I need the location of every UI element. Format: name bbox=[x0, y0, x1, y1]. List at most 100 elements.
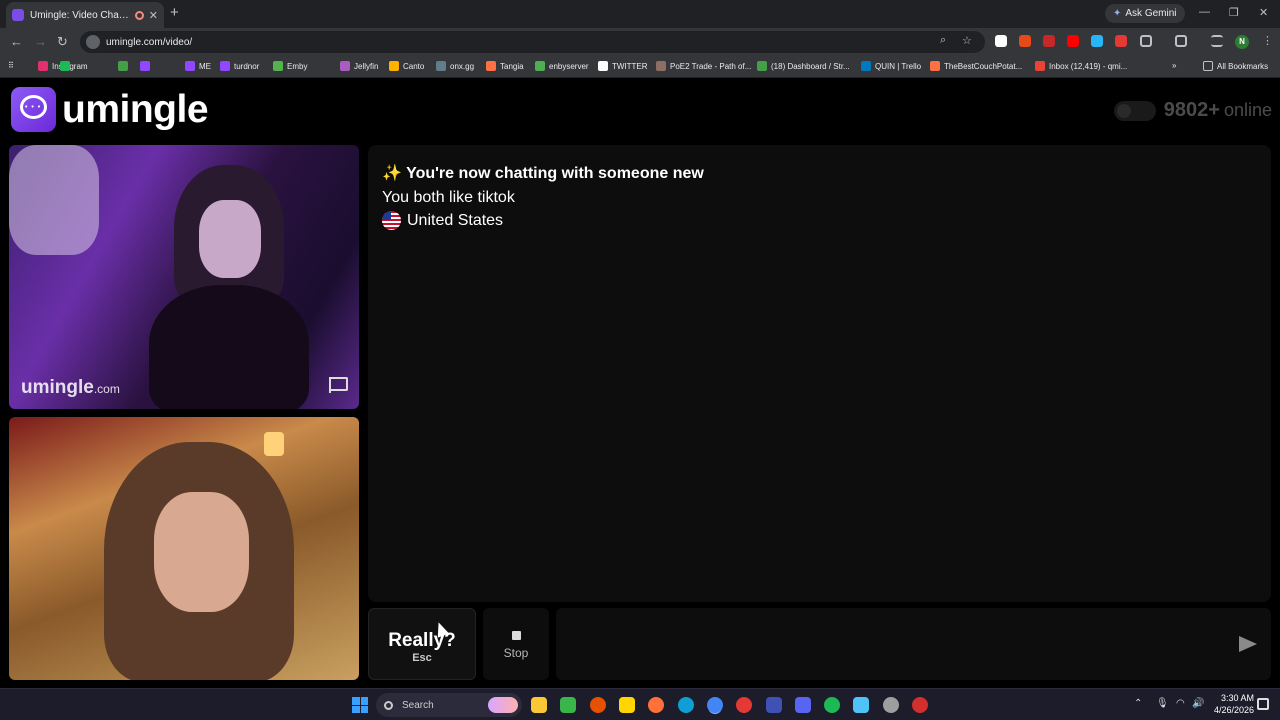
bookmark-star-icon[interactable]: ☆ bbox=[962, 34, 972, 47]
bookmark-item[interactable]: Inbox (12,419) - qmi... bbox=[1035, 61, 1127, 71]
extensions-puzzle-icon[interactable] bbox=[1140, 35, 1152, 47]
skip-confirm-button[interactable]: Really? Esc bbox=[368, 608, 476, 680]
ask-gemini-button[interactable]: ✦ Ask Gemini bbox=[1105, 4, 1185, 23]
bookmark-item[interactable]: Jellyfin bbox=[340, 61, 378, 71]
browser-toolbar: ← → ↻ umingle.com/video/ ⌕ ☆ N ⋮ bbox=[0, 28, 1280, 56]
extension-youtube-icon[interactable] bbox=[1067, 35, 1079, 47]
bookmark-item[interactable]: Emby bbox=[273, 61, 307, 71]
extension-red-icon[interactable] bbox=[1043, 35, 1055, 47]
apps-grid-icon[interactable]: ⠿ bbox=[8, 61, 14, 70]
bookmark-item[interactable]: ME bbox=[185, 61, 211, 71]
windows-taskbar: Search ⌃ 🎙 ◠ 🔊 3:30 AM 4/26/2026 bbox=[0, 688, 1280, 720]
address-bar[interactable]: umingle.com/video/ bbox=[80, 31, 985, 53]
country-name: United States bbox=[407, 211, 504, 229]
bookmarks-overflow-icon[interactable]: » bbox=[1172, 61, 1176, 70]
bookmark-item[interactable] bbox=[60, 61, 74, 71]
bookmark-favicon-icon bbox=[389, 61, 399, 71]
bookmark-label: turdnor bbox=[234, 61, 260, 71]
bookmark-favicon-icon bbox=[486, 61, 496, 71]
system-clock[interactable]: 3:30 AM 4/26/2026 bbox=[1210, 692, 1254, 716]
back-arrow-icon[interactable]: ← bbox=[10, 34, 23, 49]
umingle-page: • • • umingle 9802+ online umingle.com ✨… bbox=[0, 79, 1280, 688]
window-close-button[interactable]: ✕ bbox=[1259, 6, 1268, 19]
extension-adblock-icon[interactable] bbox=[1115, 35, 1127, 47]
bookmark-label: QUIN | Trello bbox=[875, 61, 922, 71]
recording-indicator-icon bbox=[134, 10, 144, 20]
report-flag-icon[interactable] bbox=[329, 377, 348, 393]
notification-icon[interactable] bbox=[1257, 698, 1269, 710]
tab-search-icon[interactable] bbox=[1175, 35, 1187, 47]
new-tab-button[interactable]: + bbox=[170, 4, 179, 21]
wifi-icon[interactable]: ◠ bbox=[1176, 698, 1185, 709]
bookmark-item[interactable]: onx.gg bbox=[436, 61, 474, 71]
shared-interests: You both like tiktok bbox=[382, 189, 515, 206]
extension-k-icon[interactable] bbox=[995, 35, 1007, 47]
self-video bbox=[9, 417, 359, 680]
bookmark-label: Canto bbox=[403, 61, 425, 71]
online-toggle[interactable] bbox=[1113, 100, 1156, 121]
discord-icon[interactable] bbox=[795, 697, 811, 713]
bookmark-favicon-icon bbox=[273, 61, 283, 71]
tab-close-button[interactable]: ✕ bbox=[149, 9, 158, 22]
send-icon[interactable] bbox=[1239, 636, 1257, 652]
sticky-notes-icon[interactable] bbox=[619, 697, 635, 713]
bookmark-item[interactable] bbox=[140, 61, 154, 71]
edge-icon[interactable] bbox=[678, 697, 694, 713]
bookmark-item[interactable]: Tangia bbox=[486, 61, 524, 71]
basketball-app-icon[interactable] bbox=[590, 697, 606, 713]
bookmark-item[interactable]: Canto bbox=[389, 61, 424, 71]
obs-icon[interactable] bbox=[883, 697, 899, 713]
chat-status-text: You're now chatting with someone new bbox=[406, 165, 704, 182]
bookmark-favicon-icon bbox=[436, 61, 446, 71]
bookmark-label: Tangia bbox=[500, 61, 524, 71]
profile-avatar[interactable]: N bbox=[1235, 35, 1249, 49]
microphone-icon[interactable]: 🎙 bbox=[1156, 698, 1169, 709]
search-highlight-icon bbox=[488, 697, 518, 713]
spotify-icon[interactable] bbox=[824, 697, 840, 713]
bookmark-item[interactable]: TheBestCouchPotat... bbox=[930, 61, 1022, 71]
extension-7tv-icon[interactable] bbox=[1091, 35, 1103, 47]
chrome-icon[interactable] bbox=[707, 697, 723, 713]
windows-start-icon[interactable] bbox=[352, 697, 368, 713]
bookmark-item[interactable]: enbyserver bbox=[535, 61, 589, 71]
bookmark-item[interactable]: (18) Dashboard / Str... bbox=[757, 61, 850, 71]
reload-icon[interactable]: ↻ bbox=[57, 34, 68, 50]
tray-overflow-icon[interactable]: ⌃ bbox=[1134, 698, 1142, 709]
message-input[interactable] bbox=[556, 608, 1271, 680]
firefox-icon[interactable] bbox=[648, 697, 664, 713]
all-bookmarks-label: All Bookmarks bbox=[1217, 61, 1269, 71]
media-controls-icon[interactable] bbox=[1211, 35, 1223, 47]
bookmark-item[interactable]: TWITTER bbox=[598, 61, 648, 71]
bookmark-favicon-icon bbox=[656, 61, 666, 71]
browser-tab[interactable]: Umingle: Video Chat with S ✕ bbox=[6, 2, 164, 28]
opera-icon[interactable] bbox=[736, 697, 752, 713]
folder-icon bbox=[1203, 61, 1213, 71]
maximize-button[interactable]: ❐ bbox=[1229, 6, 1239, 19]
minimize-button[interactable]: — bbox=[1199, 6, 1210, 18]
volume-icon[interactable]: 🔊 bbox=[1192, 698, 1204, 709]
play-app-icon[interactable] bbox=[560, 697, 576, 713]
all-bookmarks-folder[interactable]: All Bookmarks bbox=[1203, 61, 1268, 71]
zoom-icon[interactable]: ⌕ bbox=[940, 34, 946, 47]
taskbar-search[interactable]: Search bbox=[376, 693, 522, 717]
bookmark-item[interactable]: QUIN | Trello bbox=[861, 61, 921, 71]
notepad-icon[interactable] bbox=[853, 697, 869, 713]
bookmark-label: TheBestCouchPotat... bbox=[944, 61, 1023, 71]
esc-key-hint: Esc bbox=[412, 652, 432, 664]
umingle-logo[interactable]: • • • umingle bbox=[11, 87, 209, 132]
bookmark-label: Jellyfin bbox=[354, 61, 379, 71]
bookmark-item[interactable]: PoE2 Trade - Path of... bbox=[656, 61, 751, 71]
browser-menu-icon[interactable]: ⋮ bbox=[1262, 34, 1273, 47]
bookmark-favicon-icon bbox=[1035, 61, 1045, 71]
bookmark-favicon-icon bbox=[930, 61, 940, 71]
logo-text: umingle bbox=[62, 87, 209, 131]
site-info-icon[interactable] bbox=[86, 35, 100, 49]
bookmark-item[interactable]: turdnor bbox=[220, 61, 259, 71]
stop-button[interactable]: Stop bbox=[483, 608, 549, 680]
bookmark-item[interactable] bbox=[118, 61, 132, 71]
recorder-icon[interactable] bbox=[912, 697, 928, 713]
file-explorer-icon[interactable] bbox=[531, 697, 547, 713]
teams-icon[interactable] bbox=[766, 697, 782, 713]
forward-arrow-icon[interactable]: → bbox=[34, 34, 47, 49]
extension-fox-icon[interactable] bbox=[1019, 35, 1031, 47]
